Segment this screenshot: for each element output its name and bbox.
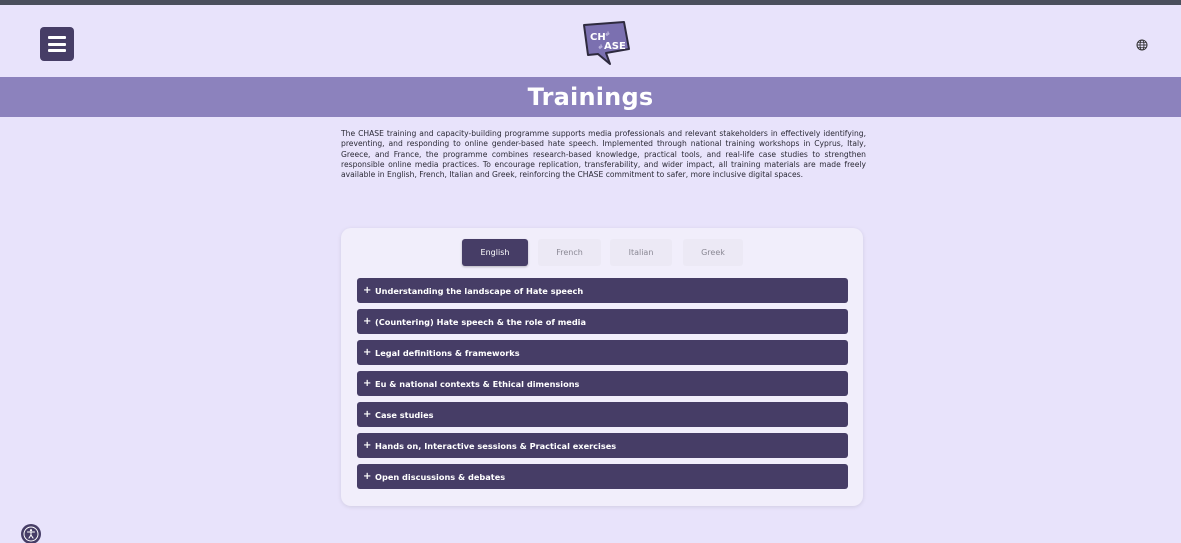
- svg-text:ASE: ASE: [604, 41, 626, 52]
- plus-icon: +: [363, 285, 372, 296]
- trainings-card: English French Italian Greek + Understan…: [341, 228, 863, 506]
- plus-icon: +: [363, 409, 372, 420]
- site-header: CH # # ASE: [0, 5, 1181, 77]
- chase-logo[interactable]: CH # # ASE: [574, 19, 634, 67]
- plus-icon: +: [363, 316, 372, 327]
- accordion-item-case-studies[interactable]: + Case studies: [357, 402, 848, 427]
- svg-text:#: #: [598, 44, 603, 51]
- accordion-item-landscape[interactable]: + Understanding the landscape of Hate sp…: [357, 278, 848, 303]
- plus-icon: +: [363, 440, 372, 451]
- plus-icon: +: [363, 347, 372, 358]
- tab-greek[interactable]: Greek: [683, 239, 743, 266]
- hamburger-line: [48, 49, 66, 52]
- tab-french[interactable]: French: [538, 239, 601, 266]
- accordion-item-discussions[interactable]: + Open discussions & debates: [357, 464, 848, 489]
- accordion-label: Eu & national contexts & Ethical dimensi…: [375, 378, 580, 389]
- accordion-label: Legal definitions & frameworks: [375, 347, 520, 358]
- hamburger-line: [48, 36, 66, 39]
- plus-icon: +: [363, 378, 372, 389]
- tab-italian[interactable]: Italian: [610, 239, 672, 266]
- accordion-label: (Countering) Hate speech & the role of m…: [375, 316, 587, 327]
- accordion-item-legal[interactable]: + Legal definitions & frameworks: [357, 340, 848, 365]
- accessibility-icon[interactable]: [21, 524, 41, 543]
- accordion-label: Understanding the landscape of Hate spee…: [375, 285, 584, 296]
- accordion-item-countering[interactable]: + (Countering) Hate speech & the role of…: [357, 309, 848, 334]
- globe-icon[interactable]: [1136, 39, 1148, 51]
- tab-english[interactable]: English: [462, 239, 528, 266]
- hamburger-line: [48, 42, 66, 46]
- page-title: Trainings: [527, 83, 654, 111]
- intro-paragraph: The CHASE training and capacity-building…: [341, 129, 866, 180]
- page-title-banner: Trainings: [0, 77, 1181, 117]
- accordion-label: Open discussions & debates: [375, 471, 506, 482]
- accordion-item-contexts[interactable]: + Eu & national contexts & Ethical dimen…: [357, 371, 848, 396]
- accordion-label: Case studies: [375, 409, 434, 420]
- accordion-label: Hands on, Interactive sessions & Practic…: [375, 440, 617, 451]
- menu-button[interactable]: [40, 27, 74, 61]
- accordion-item-hands-on[interactable]: + Hands on, Interactive sessions & Pract…: [357, 433, 848, 458]
- svg-text:#: #: [605, 31, 610, 38]
- plus-icon: +: [363, 471, 372, 482]
